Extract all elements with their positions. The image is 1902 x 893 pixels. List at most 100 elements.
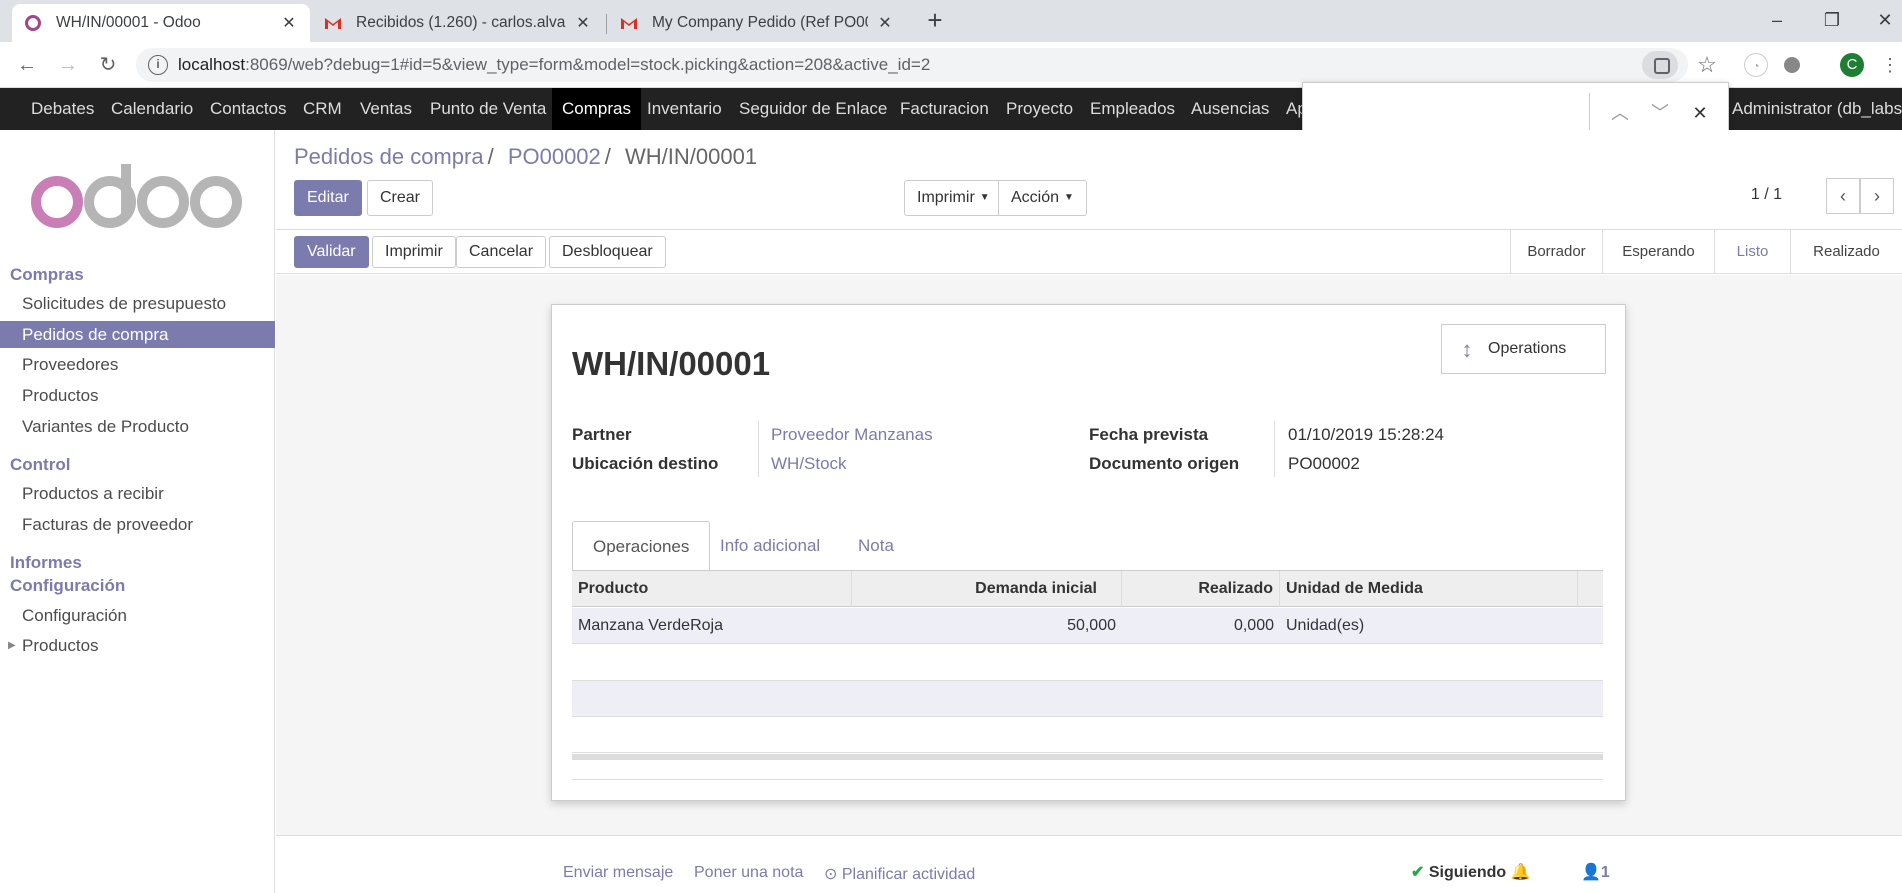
menu-proyecto[interactable]: Proyecto [1006, 88, 1073, 130]
stage-borrador[interactable]: Borrador [1510, 230, 1602, 274]
log-note-link[interactable]: Poner una nota [694, 864, 803, 882]
sidebar-item-productos-a-recibir[interactable]: Productos a recibir [0, 480, 275, 507]
table-row[interactable]: Manzana VerdeRoja 50,000 0,000 Unidad(es… [572, 608, 1603, 644]
action-dropdown[interactable]: Acción ▼ [998, 180, 1087, 216]
location-field[interactable]: WH/Stock [771, 454, 847, 474]
address-bar[interactable]: i localhost:8069/web?debug=1#id=5&view_t… [136, 48, 1688, 82]
partner-field[interactable]: Proveedor Manzanas [771, 425, 933, 445]
pager-previous-icon[interactable]: ‹ [1826, 178, 1860, 214]
validate-button[interactable]: Validar [294, 236, 369, 268]
location-label: Ubicación destino [572, 454, 719, 473]
forward-icon[interactable]: → [53, 50, 83, 80]
col-producto[interactable]: Producto [572, 571, 852, 607]
col-unidad-medida[interactable]: Unidad de Medida [1280, 571, 1578, 607]
bell-icon[interactable]: 🔔 [1511, 864, 1531, 881]
menu-facturacion[interactable]: Facturacion [900, 88, 989, 130]
sidebar-section-configuracion[interactable]: Configuración [10, 576, 125, 596]
extension-circle-icon[interactable] [1784, 57, 1800, 73]
schedule-activity-link[interactable]: ⊙ Planificar actividad [824, 864, 975, 884]
following-button[interactable]: ✔ Siguiendo 🔔 [1411, 862, 1531, 882]
print-button[interactable]: Imprimir [372, 236, 456, 268]
menu-empleados[interactable]: Empleados [1090, 88, 1175, 130]
sidebar-item-solicitudes[interactable]: Solicitudes de presupuesto [0, 290, 275, 317]
followers-button[interactable]: 👤1 [1581, 862, 1610, 882]
bookmark-star-icon[interactable]: ☆ [1692, 50, 1722, 80]
stage-esperando[interactable]: Esperando [1602, 230, 1714, 274]
breadcrumb-po[interactable]: PO00002 [508, 144, 601, 169]
unlock-button[interactable]: Desbloquear [549, 236, 666, 268]
sidebar-item-facturas-de-proveedor[interactable]: Facturas de proveedor [0, 511, 275, 538]
chatter: Enviar mensaje Poner una nota ⊙ Planific… [276, 835, 1902, 893]
caret-down-icon: ▼ [979, 192, 990, 203]
close-window-icon[interactable]: ✕ [1870, 6, 1900, 34]
find-close-icon[interactable]: ✕ [1686, 99, 1714, 127]
tab-operaciones[interactable]: Operaciones [572, 521, 711, 571]
find-input[interactable] [1315, 97, 1625, 129]
user-menu[interactable]: Administrator (db_labse [1732, 88, 1902, 130]
reload-icon[interactable]: ↻ [93, 50, 123, 80]
print-dropdown[interactable]: Imprimir ▼ [904, 180, 1003, 216]
browser-tab-bar: WH/IN/00001 - Odoo ✕ Recibidos (1.260) -… [0, 0, 1902, 42]
url-text[interactable]: localhost:8069/web?debug=1#id=5&view_typ… [178, 55, 930, 75]
stage-realizado[interactable]: Realizado [1790, 230, 1902, 274]
browser-tab-odoo[interactable]: WH/IN/00001 - Odoo ✕ [12, 4, 310, 42]
extension-icon[interactable]: ◔ [1744, 53, 1768, 77]
menu-compras[interactable]: Compras [552, 88, 641, 130]
caret-down-icon: ▼ [1064, 192, 1074, 203]
back-icon[interactable]: ← [12, 50, 42, 80]
sidebar-item-variantes[interactable]: Variantes de Producto [0, 413, 275, 440]
menu-calendario[interactable]: Calendario [111, 88, 193, 130]
menu-seguidor-de-enlace[interactable]: Seguidor de Enlace [739, 88, 887, 130]
sidebar-item-productos[interactable]: Productos [0, 382, 275, 409]
scheduled-date-field[interactable]: 01/10/2019 15:28:24 [1288, 425, 1444, 445]
close-tab-icon[interactable]: ✕ [574, 13, 592, 33]
menu-punto-de-venta[interactable]: Punto de Venta [430, 88, 546, 130]
find-next-icon[interactable]: ﹀ [1646, 99, 1674, 127]
tab-title: My Company Pedido (Ref PO000 [652, 14, 868, 31]
close-tab-icon[interactable]: ✕ [876, 13, 894, 33]
sidebar-section-informes[interactable]: Informes [10, 553, 82, 573]
col-demanda-inicial[interactable]: Demanda inicial [852, 571, 1122, 607]
site-info-icon[interactable]: i [148, 55, 168, 75]
sidebar-item-productos-config[interactable]: ▶ Productos [0, 632, 275, 659]
menu-ventas[interactable]: Ventas [360, 88, 412, 130]
arrows-v-icon: ↕ [1461, 337, 1473, 362]
send-message-link[interactable]: Enviar mensaje [563, 864, 673, 882]
menu-ausencias[interactable]: Ausencias [1191, 88, 1269, 130]
browser-menu-icon[interactable]: ⋮ [1880, 50, 1900, 80]
tab-info-adicional[interactable]: Info adicional [700, 521, 840, 571]
page-search-icon[interactable] [1642, 51, 1678, 79]
edit-button[interactable]: Editar [294, 180, 362, 216]
col-realizado[interactable]: Realizado [1122, 571, 1280, 607]
sidebar-item-pedidos-de-compra[interactable]: Pedidos de compra [0, 321, 275, 348]
form-sheet: ↕ Operations WH/IN/00001 Partner Proveed… [551, 304, 1626, 801]
breadcrumb-pedidos[interactable]: Pedidos de compra [294, 144, 484, 169]
control-panel: Pedidos de compra / PO00002/ WH/IN/00001 … [276, 130, 1902, 230]
profile-avatar[interactable]: C [1840, 53, 1864, 77]
menu-debates[interactable]: Debates [31, 88, 94, 130]
odoo-logo [31, 164, 242, 228]
origin-field[interactable]: PO00002 [1288, 454, 1360, 474]
close-tab-icon[interactable]: ✕ [280, 13, 298, 33]
sidebar-section-control[interactable]: Control [10, 455, 70, 475]
operations-smart-button[interactable]: ↕ Operations [1441, 324, 1606, 374]
browser-tab-gmail-inbox[interactable]: Recibidos (1.260) - carlos.alvarez ✕ [312, 4, 604, 42]
restore-icon[interactable]: ❐ [1817, 6, 1847, 34]
sidebar-item-configuracion[interactable]: Configuración [0, 602, 275, 629]
pager-next-icon[interactable]: › [1860, 178, 1894, 214]
clock-icon: ⊙ [824, 866, 838, 883]
menu-crm[interactable]: CRM [303, 88, 342, 130]
menu-contactos[interactable]: Contactos [210, 88, 287, 130]
browser-tab-gmail-order[interactable]: My Company Pedido (Ref PO000 ✕ [608, 4, 906, 42]
sidebar-section-compras[interactable]: Compras [10, 265, 84, 285]
pager-value[interactable]: 1 / 1 [1751, 186, 1782, 204]
new-tab-icon[interactable]: + [921, 6, 949, 34]
stage-listo[interactable]: Listo [1714, 230, 1790, 274]
create-button[interactable]: Crear [367, 180, 434, 216]
tab-nota[interactable]: Nota [838, 521, 914, 571]
minimize-icon[interactable]: – [1762, 6, 1792, 34]
menu-inventario[interactable]: Inventario [647, 88, 722, 130]
sidebar-item-proveedores[interactable]: Proveedores [0, 351, 275, 378]
find-previous-icon[interactable]: ︿ [1606, 99, 1634, 127]
cancel-button[interactable]: Cancelar [456, 236, 547, 268]
